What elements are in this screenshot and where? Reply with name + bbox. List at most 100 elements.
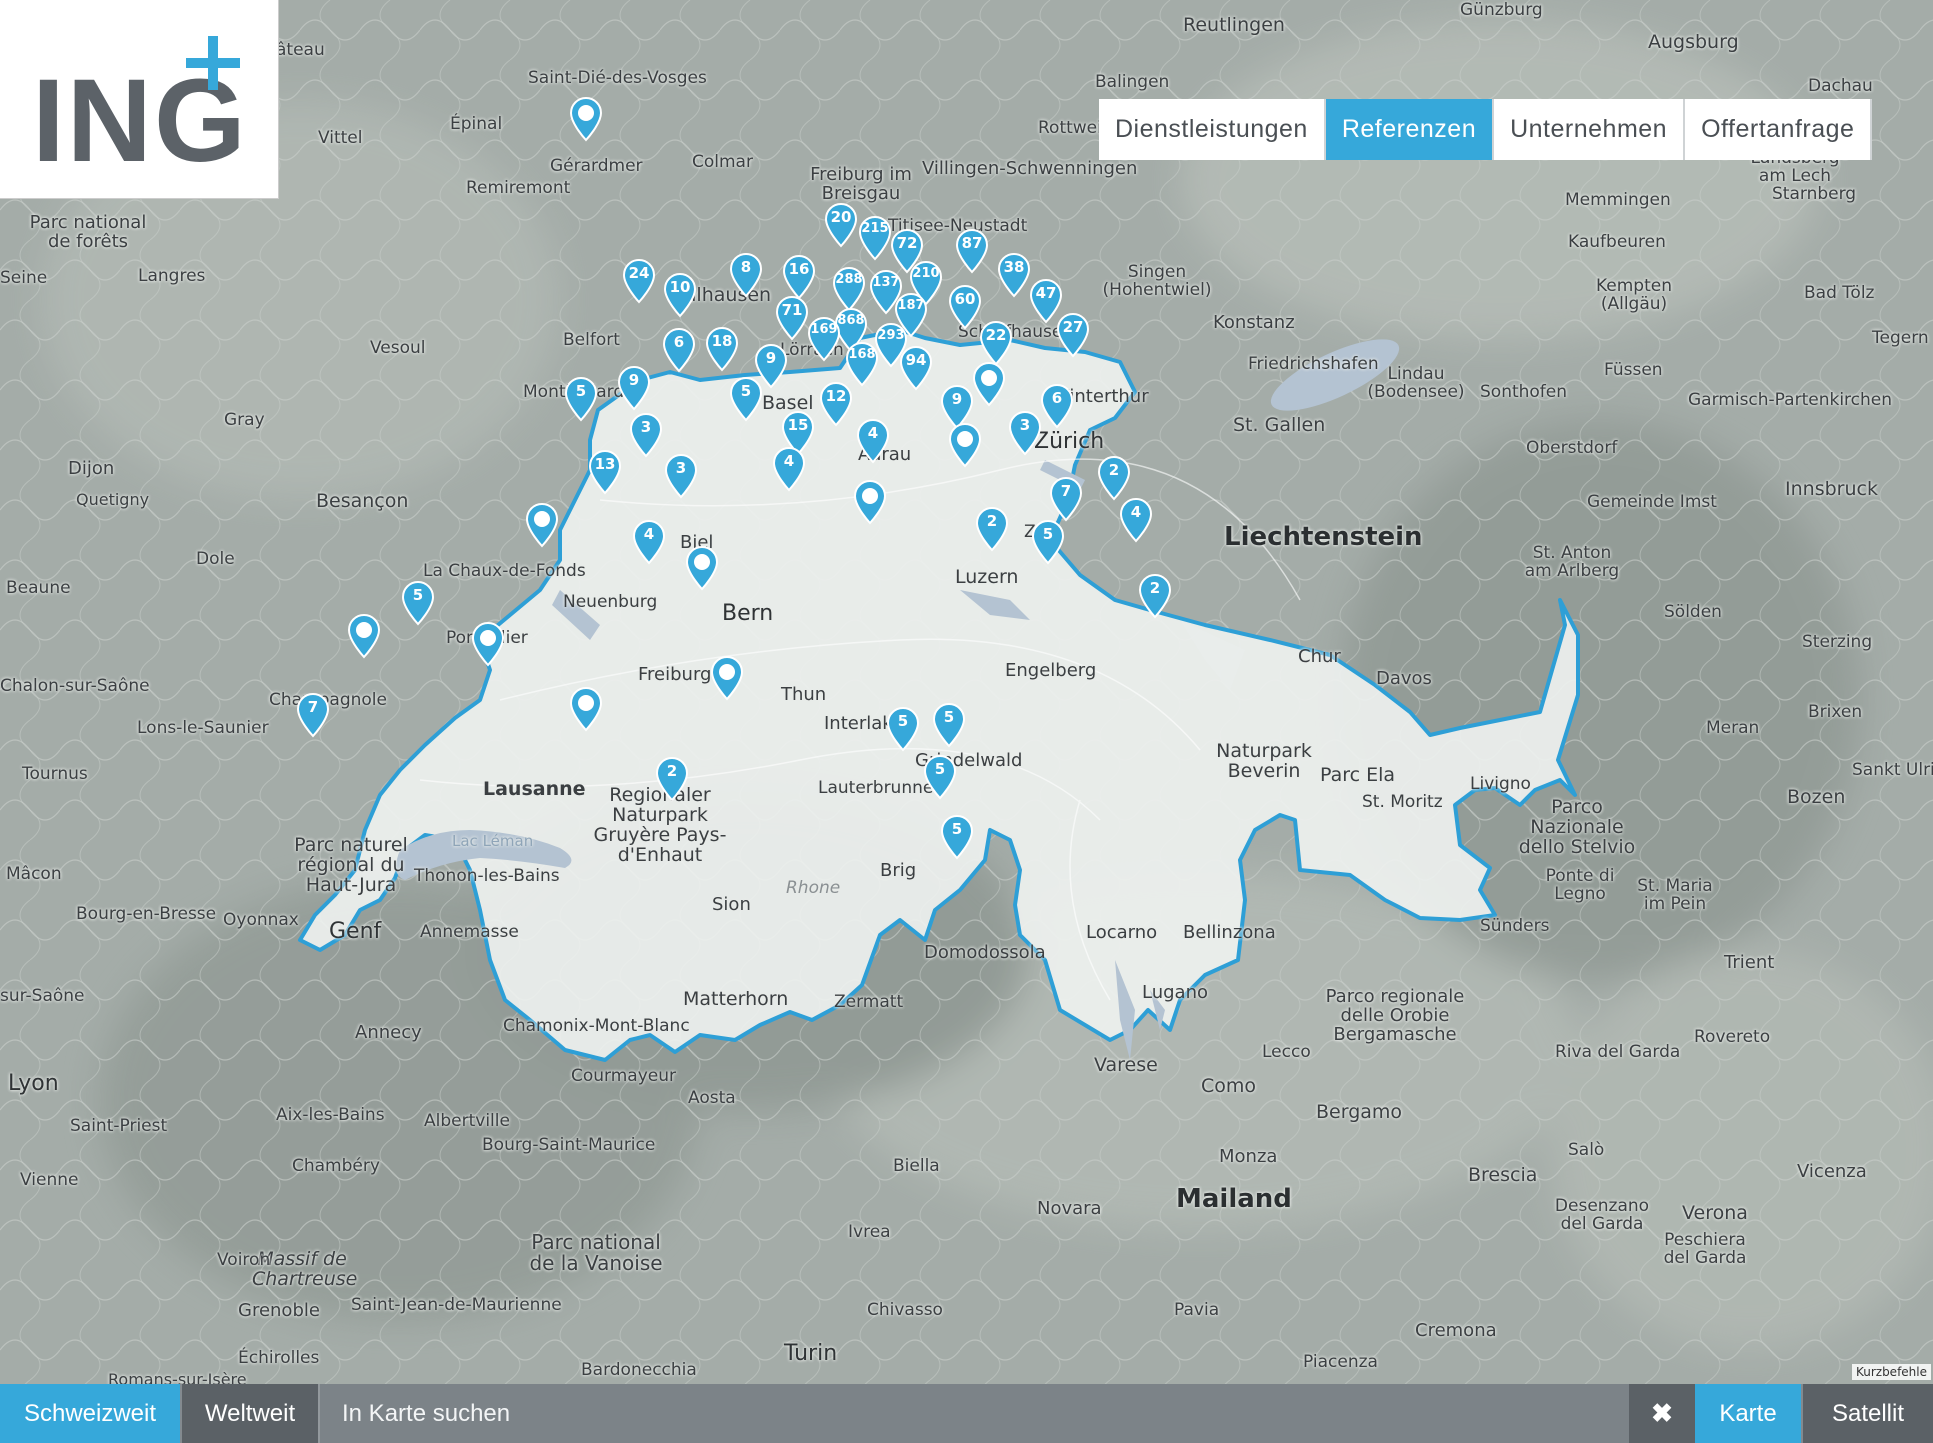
location-pin-icon[interactable] xyxy=(947,422,983,468)
city-label-genf: Genf xyxy=(329,919,382,944)
nav-offertanfrage[interactable]: Offertanfrage xyxy=(1685,99,1873,160)
city-label-colmar: Colmar xyxy=(692,152,753,172)
location-pin-icon[interactable] xyxy=(684,545,720,591)
location-pin-icon[interactable] xyxy=(852,479,888,525)
cluster-marker[interactable]: 5 xyxy=(939,814,975,860)
cluster-marker[interactable]: 169 xyxy=(806,316,842,362)
cluster-marker[interactable]: 9 xyxy=(616,365,652,411)
city-label-ivrea: Ivrea xyxy=(848,1222,891,1242)
close-icon[interactable]: ✖ xyxy=(1629,1384,1695,1443)
nav-dienstleistungen[interactable]: Dienstleistungen xyxy=(1099,99,1326,160)
city-label-langres: Langres xyxy=(138,266,206,286)
location-pin-icon[interactable] xyxy=(346,613,382,659)
cluster-marker[interactable]: 8 xyxy=(728,252,764,298)
cluster-marker[interactable]: 5 xyxy=(922,754,958,800)
cluster-marker[interactable]: 4 xyxy=(855,418,891,464)
city-label-stgallen: St. Gallen xyxy=(1233,414,1326,436)
logo[interactable]: ING xyxy=(0,0,279,199)
cluster-marker[interactable]: 5 xyxy=(885,706,921,752)
city-label-beaune: Beaune xyxy=(6,578,71,598)
cluster-marker[interactable]: 5 xyxy=(563,376,599,422)
city-label-chauxdefonds: La Chaux-de-Fonds xyxy=(423,561,586,581)
cluster-marker[interactable]: 2 xyxy=(1137,573,1173,619)
karte-button[interactable]: Karte xyxy=(1695,1384,1801,1443)
nav-unternehmen[interactable]: Unternehmen xyxy=(1494,99,1686,160)
cluster-marker[interactable]: 6 xyxy=(661,327,697,373)
cluster-marker[interactable]: 5 xyxy=(728,376,764,422)
city-label-peschiera: Peschiera del Garda xyxy=(1663,1230,1747,1268)
city-label-davos: Davos xyxy=(1376,668,1432,689)
city-label-parcvanoise: Parc national de la Vanoise xyxy=(529,1230,663,1275)
cluster-marker[interactable]: 5 xyxy=(400,580,436,626)
cluster-marker[interactable]: 71 xyxy=(774,295,810,341)
cluster-count: 5 xyxy=(1042,525,1054,543)
location-pin-icon[interactable] xyxy=(709,655,745,701)
cluster-count: 9 xyxy=(628,371,640,389)
cluster-marker[interactable]: 4 xyxy=(1118,497,1154,543)
city-label-brixen: Brixen xyxy=(1808,702,1863,722)
cluster-marker[interactable]: 4 xyxy=(631,519,667,565)
cluster-marker[interactable]: 24 xyxy=(621,258,657,304)
cluster-marker[interactable]: 288 xyxy=(831,266,867,312)
cluster-count: 210 xyxy=(912,266,940,281)
city-label-matterhorn: Matterhorn xyxy=(683,988,789,1010)
city-label-mailand: Mailand xyxy=(1176,1184,1292,1214)
lake-label-leman: Lac Léman xyxy=(452,832,534,850)
cluster-marker[interactable]: 3 xyxy=(628,412,664,458)
cluster-marker[interactable]: 6 xyxy=(1039,383,1075,429)
cluster-marker[interactable]: 16 xyxy=(781,254,817,300)
city-label-voiron: Voiron xyxy=(217,1250,271,1270)
cluster-marker[interactable]: 3 xyxy=(663,453,699,499)
city-label-engelberg: Engelberg xyxy=(1005,660,1097,681)
location-pin-icon[interactable] xyxy=(470,621,506,667)
city-label-parcostelvio: Parco Nazionale dello Stelvio xyxy=(1518,796,1636,858)
cluster-marker[interactable]: 87 xyxy=(954,228,990,274)
cluster-marker[interactable]: 13 xyxy=(587,449,623,495)
city-label-macon: Mâcon xyxy=(6,864,62,884)
cluster-marker[interactable]: 38 xyxy=(996,252,1032,298)
map-canvas[interactable]: Reutlingen Günzburg Augsburg Dachau Bali… xyxy=(0,0,1933,1384)
cluster-count: 27 xyxy=(1062,318,1084,336)
cluster-marker[interactable]: 2 xyxy=(1096,455,1132,501)
cluster-marker[interactable]: 18 xyxy=(704,326,740,372)
city-label-biella: Biella xyxy=(893,1156,940,1176)
cluster-marker[interactable]: 215 xyxy=(857,215,893,261)
location-pin-icon[interactable] xyxy=(568,686,604,732)
cluster-marker[interactable]: 2 xyxy=(974,506,1010,552)
cluster-marker[interactable]: 20 xyxy=(823,202,859,248)
cluster-marker[interactable]: 3 xyxy=(1007,410,1043,456)
map-search-input[interactable] xyxy=(318,1384,1629,1443)
cluster-count: 4 xyxy=(643,525,655,543)
cluster-marker[interactable]: 27 xyxy=(1055,312,1091,358)
cluster-count: 3 xyxy=(675,459,687,477)
location-pin-icon[interactable] xyxy=(971,361,1007,407)
city-label-parcforets: Parc national de forêts xyxy=(29,212,147,252)
cluster-marker[interactable]: 10 xyxy=(662,272,698,318)
city-label-villingen: Villingen-Schwenningen xyxy=(922,158,1138,179)
city-label-kaufbeuren: Kaufbeuren xyxy=(1568,232,1666,252)
schweizweit-button[interactable]: Schweizweit xyxy=(0,1384,180,1443)
cluster-marker[interactable]: 22 xyxy=(978,320,1014,366)
cluster-marker[interactable]: 4 xyxy=(771,446,807,492)
satellit-button[interactable]: Satellit xyxy=(1801,1384,1933,1443)
cluster-count: 2 xyxy=(1108,461,1120,479)
location-pin-icon[interactable] xyxy=(568,96,604,142)
nav-referenzen[interactable]: Referenzen xyxy=(1325,99,1495,160)
city-label-verona: Verona xyxy=(1682,1202,1748,1224)
cluster-marker[interactable]: 2 xyxy=(654,756,690,802)
cluster-marker[interactable]: 5 xyxy=(1030,519,1066,565)
city-label-livigno: Livigno xyxy=(1470,774,1531,794)
cluster-count: 20 xyxy=(830,208,852,226)
cluster-marker[interactable]: 12 xyxy=(818,381,854,427)
cluster-marker[interactable]: 5 xyxy=(931,702,967,748)
city-label-quetigny: Quetigny xyxy=(76,490,150,509)
cluster-marker[interactable]: 7 xyxy=(295,692,331,738)
location-pin-icon[interactable] xyxy=(524,502,560,548)
city-label-parcoorobie: Parco regionale delle Orobie Bergamasche xyxy=(1325,986,1465,1045)
cluster-marker[interactable]: 7 xyxy=(1048,476,1084,522)
keyboard-shortcuts-link[interactable]: Kurzbefehle xyxy=(1851,1364,1931,1380)
city-label-vicenza: Vicenza xyxy=(1797,1161,1867,1182)
city-label-freiburg-ch: Freiburg xyxy=(638,664,712,685)
cluster-marker[interactable]: 94 xyxy=(898,345,934,391)
weltweit-button[interactable]: Weltweit xyxy=(180,1384,318,1443)
